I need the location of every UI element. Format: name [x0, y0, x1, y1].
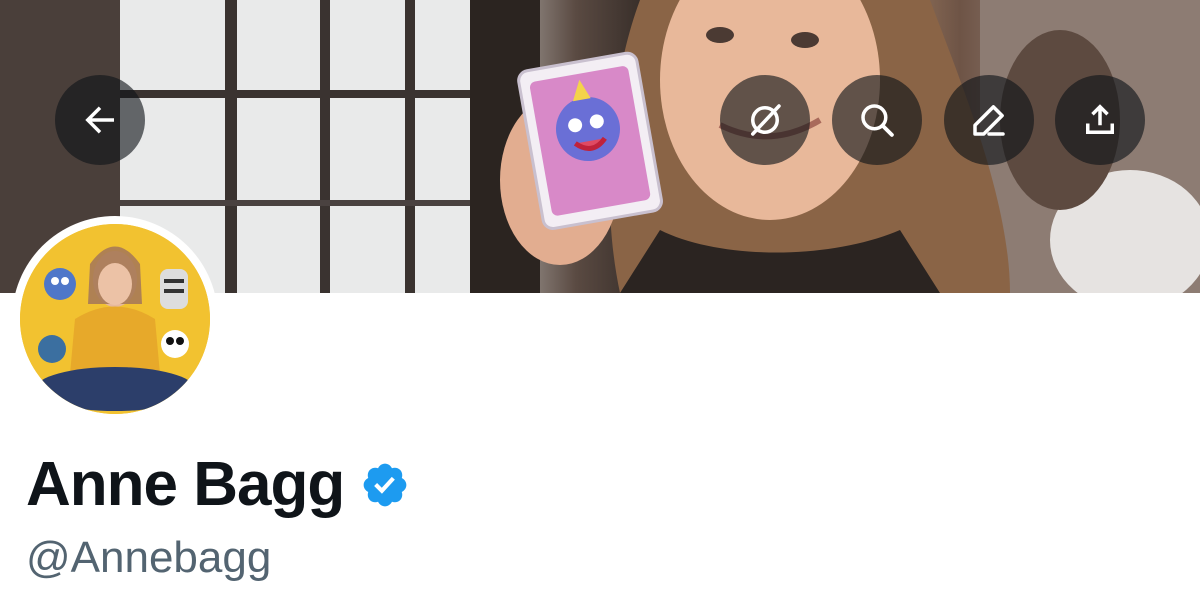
share-upload-icon — [1086, 104, 1114, 134]
grok-button[interactable] — [720, 75, 810, 165]
share-button[interactable] — [1055, 75, 1145, 165]
profile-handle: @Annebagg — [26, 533, 272, 582]
pencil-icon — [973, 105, 1005, 136]
edit-button[interactable] — [944, 75, 1034, 165]
profile-display-name: Anne Bagg — [26, 450, 410, 520]
verified-badge-icon[interactable] — [360, 460, 410, 510]
avatar[interactable] — [20, 224, 210, 414]
back-button[interactable] — [55, 75, 145, 165]
avatar-frame — [12, 216, 218, 422]
search-button[interactable] — [832, 75, 922, 165]
search-icon — [861, 104, 894, 137]
display-name-text: Anne Bagg — [26, 450, 345, 519]
avatar-illustration — [20, 224, 210, 414]
arrow-left-icon — [85, 106, 114, 134]
grok-slash-circle-icon — [751, 104, 781, 136]
